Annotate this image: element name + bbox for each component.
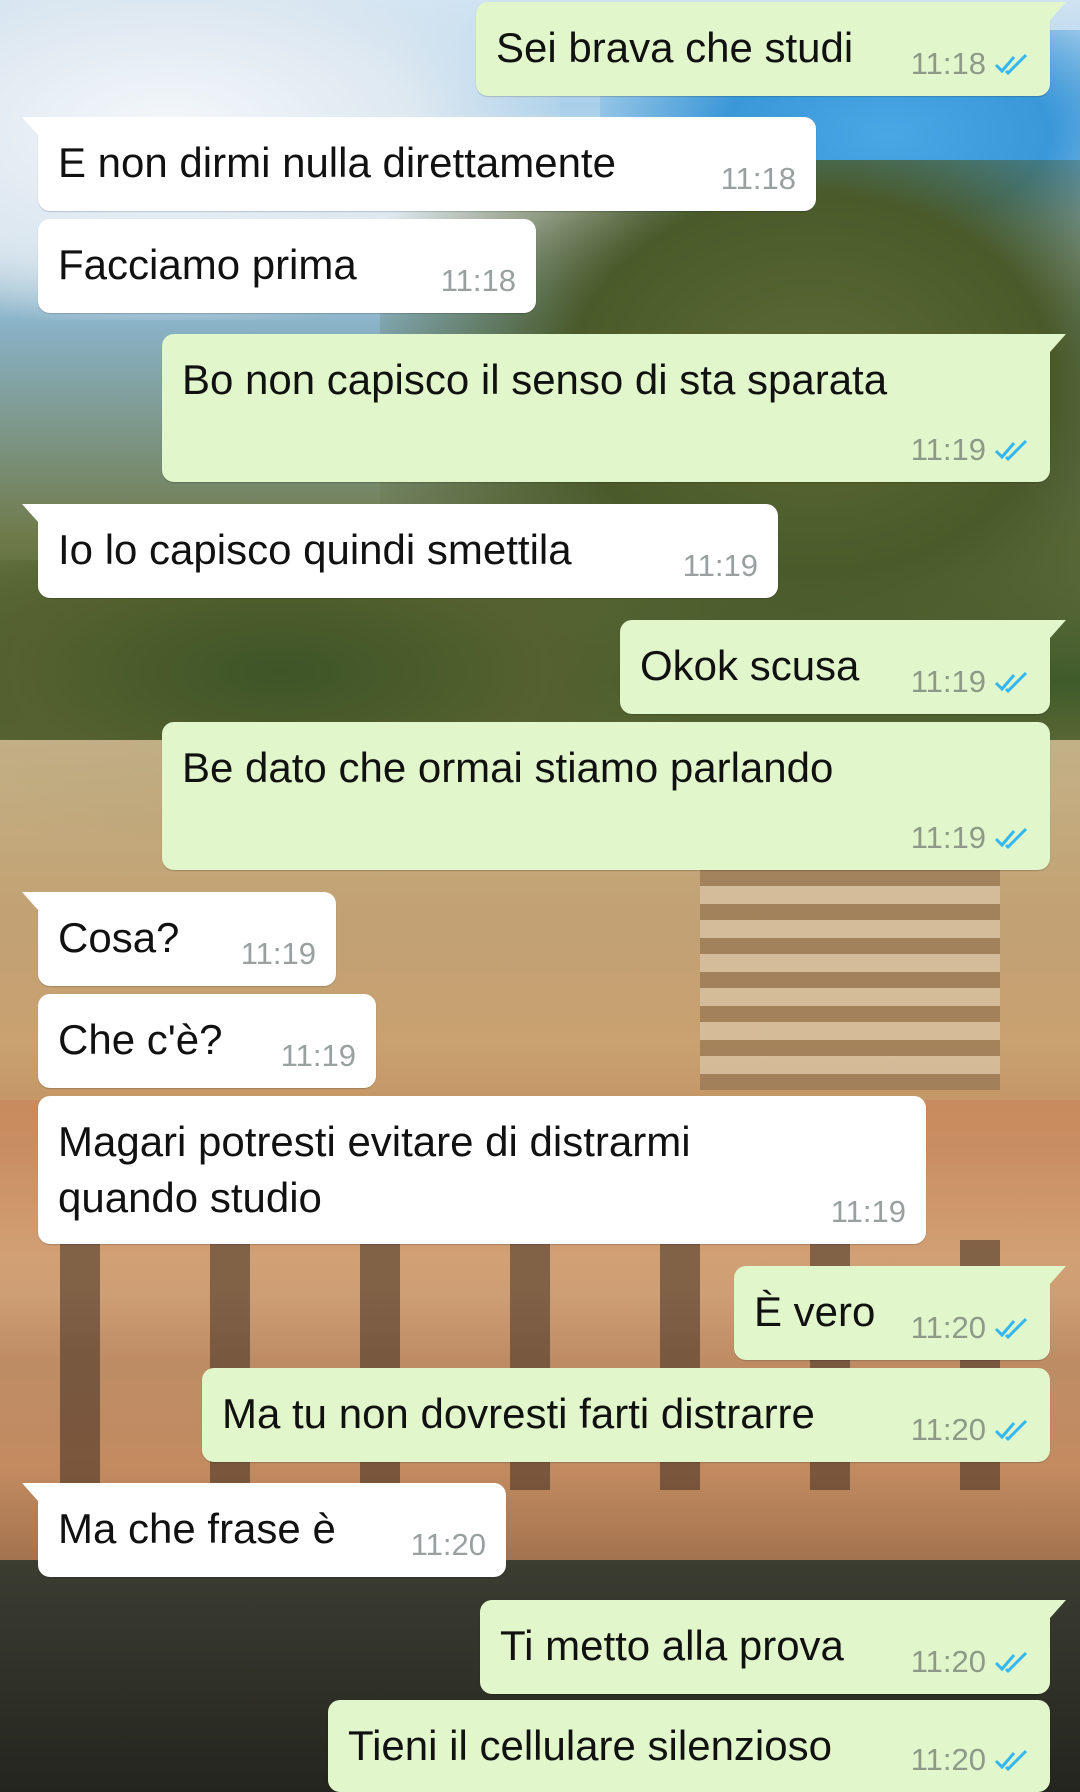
read-double-check-icon bbox=[994, 1419, 1028, 1441]
incoming-message-bubble[interactable]: Facciamo prima 11:18 bbox=[38, 219, 536, 313]
message-time: 11:19 bbox=[910, 432, 986, 467]
incoming-message-bubble[interactable]: Che c'è? 11:19 bbox=[38, 994, 376, 1088]
message-text: Bo non capisco il senso di sta sparata bbox=[182, 356, 888, 403]
message-text: Cosa? bbox=[58, 914, 180, 961]
message-time: 11:20 bbox=[910, 1644, 986, 1679]
outgoing-message-bubble[interactable]: Okok scusa 11:19 bbox=[620, 620, 1066, 714]
outgoing-message-bubble[interactable]: Ma tu non dovresti farti distrarre 11:20 bbox=[202, 1368, 1050, 1462]
message-time: 11:20 bbox=[410, 1527, 486, 1562]
message-text: Facciamo prima bbox=[58, 241, 357, 288]
message-text: Sei brava che studi bbox=[496, 24, 854, 71]
message-text: Magari potresti evitare di distrarmi qua… bbox=[58, 1118, 691, 1221]
outgoing-message-bubble[interactable]: Bo non capisco il senso di sta sparata 1… bbox=[162, 334, 1066, 482]
message-time: 11:19 bbox=[830, 1194, 906, 1229]
outgoing-message-bubble[interactable]: È vero 11:20 bbox=[734, 1266, 1066, 1360]
incoming-message-bubble[interactable]: Io lo capisco quindi smettila 11:19 bbox=[22, 504, 778, 598]
message-text: Okok scusa bbox=[640, 642, 860, 689]
incoming-message-bubble[interactable]: Magari potresti evitare di distrarmi qua… bbox=[38, 1096, 926, 1244]
message-time: 11:20 bbox=[910, 1310, 986, 1345]
message-text: Io lo capisco quindi smettila bbox=[58, 526, 572, 573]
message-time: 11:19 bbox=[910, 664, 986, 699]
message-time: 11:18 bbox=[720, 161, 796, 196]
message-time: 11:20 bbox=[910, 1742, 986, 1777]
message-list[interactable]: Sei brava che studi 11:18 E non dirmi nu… bbox=[0, 0, 1080, 1792]
message-text: Ma tu non dovresti farti distrarre bbox=[222, 1390, 815, 1437]
read-double-check-icon bbox=[994, 1651, 1028, 1673]
message-text: Be dato che ormai stiamo parlando bbox=[182, 744, 834, 791]
message-text: Tieni il cellulare silenzioso bbox=[348, 1722, 832, 1769]
message-time: 11:18 bbox=[910, 46, 986, 81]
read-double-check-icon bbox=[994, 439, 1028, 461]
read-double-check-icon bbox=[994, 1749, 1028, 1771]
message-time: 11:19 bbox=[910, 820, 986, 855]
read-double-check-icon bbox=[994, 827, 1028, 849]
outgoing-message-bubble[interactable]: Be dato che ormai stiamo parlando 11:19 bbox=[162, 722, 1050, 870]
incoming-message-bubble[interactable]: E non dirmi nulla direttamente 11:18 bbox=[22, 117, 816, 211]
message-time: 11:20 bbox=[910, 1412, 986, 1447]
message-time: 11:19 bbox=[280, 1038, 356, 1073]
read-double-check-icon bbox=[994, 1317, 1028, 1339]
read-double-check-icon bbox=[994, 671, 1028, 693]
message-text: E non dirmi nulla direttamente bbox=[58, 139, 616, 186]
message-time: 11:18 bbox=[440, 263, 516, 298]
outgoing-message-bubble[interactable]: Ti metto alla prova 11:20 bbox=[480, 1600, 1066, 1694]
message-text: Ti metto alla prova bbox=[500, 1622, 844, 1669]
message-time: 11:19 bbox=[240, 936, 316, 971]
message-text: È vero bbox=[754, 1288, 876, 1335]
message-text: Che c'è? bbox=[58, 1016, 223, 1063]
incoming-message-bubble[interactable]: Cosa? 11:19 bbox=[22, 892, 336, 986]
read-double-check-icon bbox=[994, 53, 1028, 75]
incoming-message-bubble[interactable]: Ma che frase è 11:20 bbox=[22, 1483, 506, 1577]
outgoing-message-bubble[interactable]: Sei brava che studi 11:18 bbox=[476, 2, 1066, 96]
message-text: Ma che frase è bbox=[58, 1505, 336, 1552]
outgoing-message-bubble[interactable]: Tieni il cellulare silenzioso 11:20 bbox=[328, 1700, 1050, 1792]
message-time: 11:19 bbox=[682, 548, 758, 583]
